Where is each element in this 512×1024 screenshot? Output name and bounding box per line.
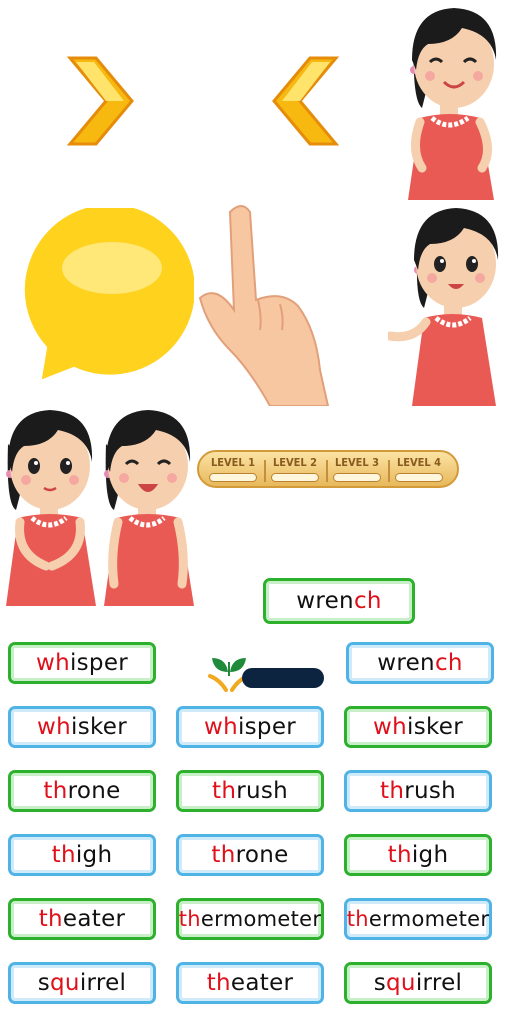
- level-separator: [264, 460, 266, 482]
- word-text: whisker: [373, 714, 463, 740]
- speech-bubble: [18, 208, 194, 389]
- level-4-label: LEVEL 4: [396, 456, 442, 469]
- level-3-slot[interactable]: [333, 473, 381, 482]
- word-card[interactable]: whisker: [8, 706, 156, 748]
- word-text: theater: [206, 970, 294, 996]
- word-card[interactable]: whisper: [176, 706, 324, 748]
- word-card[interactable]: throne: [8, 770, 156, 812]
- girl-shy-illustration: [6, 410, 96, 606]
- target-word-card: wrench: [263, 578, 415, 624]
- level-separator: [326, 460, 328, 482]
- word-card[interactable]: thermometer: [176, 898, 324, 940]
- word-card[interactable]: squirrel: [8, 962, 156, 1004]
- level-3-label: LEVEL 3: [334, 456, 380, 469]
- word-card[interactable]: thigh: [344, 834, 492, 876]
- word-card[interactable]: wrench: [346, 642, 494, 684]
- target-word-text: wrench: [296, 588, 382, 614]
- word-text: thigh: [51, 842, 113, 868]
- level-separator: [388, 460, 390, 482]
- level-progress-bar: LEVEL 1 LEVEL 2 LEVEL 3 LEVEL 4: [197, 450, 459, 488]
- level-1-slot[interactable]: [209, 473, 257, 482]
- level-4-slot[interactable]: [395, 473, 443, 482]
- word-text: throne: [43, 778, 121, 804]
- word-card[interactable]: theater: [176, 962, 324, 1004]
- word-card[interactable]: thrush: [344, 770, 492, 812]
- word-card[interactable]: whisper: [8, 642, 156, 684]
- word-text: squirrel: [373, 970, 463, 996]
- word-text: thrush: [380, 778, 456, 804]
- word-text: throne: [211, 842, 289, 868]
- level-2-label: LEVEL 2: [272, 456, 318, 469]
- word-text: thermometer: [178, 907, 322, 931]
- word-text: squirrel: [37, 970, 127, 996]
- word-card[interactable]: throne: [176, 834, 324, 876]
- word-card[interactable]: theater: [8, 898, 156, 940]
- word-card[interactable]: whisker: [344, 706, 492, 748]
- word-card[interactable]: thigh: [8, 834, 156, 876]
- girl-happy-illustration: [408, 8, 497, 200]
- next-arrow-icon[interactable]: [66, 54, 136, 148]
- word-card[interactable]: thrush: [176, 770, 324, 812]
- word-text: wrench: [377, 650, 463, 676]
- word-card[interactable]: squirrel: [344, 962, 492, 1004]
- word-card[interactable]: thermometer: [344, 898, 492, 940]
- pointing-hand-icon: [198, 205, 330, 406]
- girl-laughing-illustration: [104, 410, 194, 606]
- level-1-label: LEVEL 1: [210, 456, 256, 469]
- word-text: thermometer: [346, 907, 490, 931]
- word-text: whisker: [37, 714, 127, 740]
- word-text: theater: [38, 906, 126, 932]
- word-text: whisper: [203, 714, 297, 740]
- word-text: thrush: [212, 778, 288, 804]
- word-text: whisper: [35, 650, 129, 676]
- word-text: thigh: [387, 842, 449, 868]
- previous-arrow-icon[interactable]: [270, 54, 340, 148]
- level-2-slot[interactable]: [271, 473, 319, 482]
- score-progress-bar: [242, 668, 324, 688]
- girl-talking-illustration: [388, 208, 499, 406]
